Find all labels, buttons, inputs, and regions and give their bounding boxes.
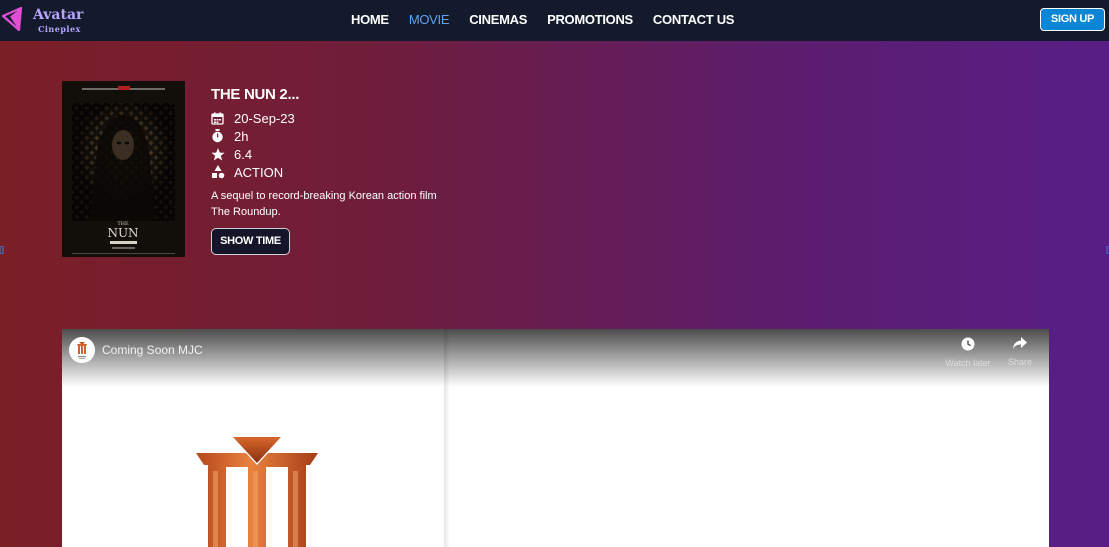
release-date-row: 20-Sep-23 bbox=[211, 110, 295, 126]
nav-cinemas[interactable]: CINEMAS bbox=[469, 12, 527, 27]
watch-later-label: Watch later bbox=[945, 358, 991, 368]
star-icon bbox=[211, 147, 227, 161]
svg-text:NUN: NUN bbox=[107, 226, 138, 240]
triangle-logo-icon bbox=[2, 7, 22, 31]
nav-contact-us[interactable]: CONTACT US bbox=[653, 12, 735, 27]
show-time-button[interactable]: SHOW TIME bbox=[211, 228, 290, 255]
video-title[interactable]: Coming Soon MJC bbox=[102, 343, 203, 357]
nav-home[interactable]: HOME bbox=[351, 12, 389, 27]
movie-poster[interactable]: THE NUN bbox=[62, 81, 185, 257]
trailer-video-player[interactable]: Coming Soon MJC Watch later Share bbox=[62, 329, 1049, 547]
genre-row: ACTION bbox=[211, 164, 283, 180]
movie-title: THE NUN 2... bbox=[211, 86, 300, 103]
channel-logo-icon bbox=[69, 337, 95, 363]
channel-avatar[interactable] bbox=[69, 337, 95, 363]
sign-up-button[interactable]: SIGN UP bbox=[1040, 8, 1105, 31]
brand-name: Avatar bbox=[33, 7, 84, 23]
duration: 2h bbox=[234, 128, 249, 144]
release-date: 20-Sep-23 bbox=[234, 110, 295, 126]
genre: ACTION bbox=[234, 164, 284, 180]
share-label: Share bbox=[1007, 357, 1033, 367]
carousel-prev-icon[interactable] bbox=[0, 246, 4, 254]
share-button[interactable]: Share bbox=[997, 337, 1043, 367]
rating-row: 6.4 bbox=[211, 146, 252, 162]
calendar-icon bbox=[211, 111, 227, 125]
nav-movie[interactable]: MOVIE bbox=[409, 12, 450, 27]
duration-row: 2h bbox=[211, 128, 248, 144]
share-arrow-icon bbox=[1013, 337, 1027, 349]
watch-later-button[interactable]: Watch later bbox=[945, 337, 991, 368]
shapes-icon bbox=[211, 165, 227, 179]
rating: 6.4 bbox=[234, 146, 253, 162]
poster-image: THE NUN bbox=[62, 81, 185, 257]
mjc-logo-icon bbox=[196, 437, 318, 547]
nav-promotions[interactable]: PROMOTIONS bbox=[547, 12, 633, 27]
brand-tagline: Cineplex bbox=[38, 24, 81, 34]
brand-logo[interactable]: Avatar Cineplex bbox=[2, 4, 92, 36]
video-top-bar: Coming Soon MJC Watch later Share bbox=[62, 329, 1049, 387]
main-nav: HOME MOVIE CINEMAS PROMOTIONS CONTACT US bbox=[351, 12, 754, 27]
top-navbar: Avatar Cineplex HOME MOVIE CINEMAS PROMO… bbox=[0, 0, 1109, 41]
stopwatch-icon bbox=[211, 129, 227, 143]
movie-description: A sequel to record-breaking Korean actio… bbox=[211, 190, 437, 218]
clock-icon bbox=[961, 337, 975, 351]
